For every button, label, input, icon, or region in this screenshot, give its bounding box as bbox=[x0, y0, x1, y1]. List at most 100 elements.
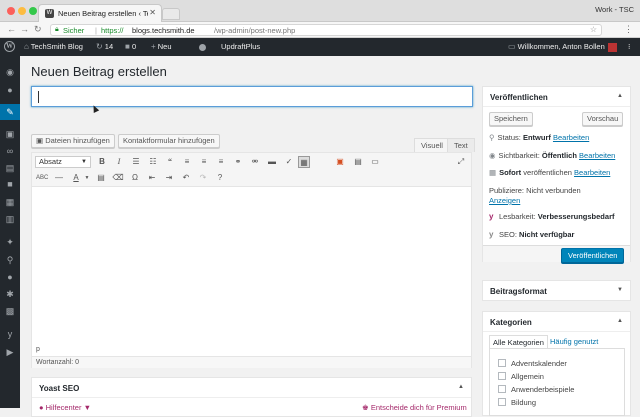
new-content-link[interactable]: + Neu bbox=[151, 42, 172, 51]
category-item[interactable]: Anwenderbeispiele bbox=[498, 385, 574, 394]
post-format-header[interactable]: Beitragsformat ▼ bbox=[483, 281, 630, 301]
edit-visibility-link[interactable]: Bearbeiten bbox=[579, 151, 615, 160]
reload-icon[interactable]: ↻ bbox=[34, 24, 42, 35]
pages-icon[interactable]: ▤ bbox=[4, 162, 16, 174]
site-name-link[interactable]: ⌂ TechSmith Blog bbox=[24, 42, 83, 51]
appearance-icon[interactable]: ✦ bbox=[4, 236, 16, 248]
category-item[interactable]: Bildung bbox=[498, 398, 536, 407]
updates-icon: ↻ bbox=[96, 42, 103, 51]
comments-icon[interactable]: ■ bbox=[4, 178, 16, 190]
bold-icon[interactable]: B bbox=[96, 156, 108, 168]
publish-button[interactable]: Veröffentlichen bbox=[561, 248, 625, 263]
browser-menu-icon[interactable]: ⋮ bbox=[624, 24, 633, 35]
wordpress-logo-icon[interactable]: W bbox=[4, 41, 15, 52]
users-icon[interactable]: ● bbox=[4, 271, 16, 283]
schedule-row: ▦ Sofort veröffentlichen Bearbeiten bbox=[489, 168, 611, 177]
paste-text-icon[interactable]: ▤ bbox=[95, 172, 107, 184]
profile-name[interactable]: Work - TSC bbox=[595, 5, 634, 14]
add-contact-form-button[interactable]: Kontaktformular hinzufügen bbox=[118, 134, 220, 148]
forms-icon[interactable]: ▥ bbox=[4, 213, 16, 225]
minimize-window-button[interactable] bbox=[18, 7, 26, 15]
settings-icon[interactable]: ▩ bbox=[4, 305, 16, 317]
comments-link[interactable]: ■ 0 bbox=[125, 42, 136, 51]
post-editor: Absatz ▼ B I ☰ ☷ “ ≡ ≡ ≡ ⚭ ⚮ ▬ ✓ ▦ ▣ ▤ ▭ … bbox=[31, 152, 472, 368]
tab-text[interactable]: Text bbox=[447, 138, 475, 152]
tab-popular-categories[interactable]: Häufig genutzt bbox=[550, 337, 598, 346]
help-icon[interactable]: ? bbox=[214, 172, 226, 184]
italic-icon[interactable]: I bbox=[113, 156, 125, 168]
categories-header[interactable]: Kategorien ▲ bbox=[483, 312, 630, 332]
post-title-input[interactable] bbox=[31, 86, 473, 107]
bookmark-star-icon[interactable]: ☆ bbox=[590, 25, 597, 34]
spellcheck-icon[interactable]: ✓ bbox=[283, 156, 295, 168]
checkbox[interactable] bbox=[498, 398, 506, 406]
fullscreen-icon[interactable]: ⤢ bbox=[455, 156, 467, 168]
category-item[interactable]: Adventskalender bbox=[498, 359, 567, 368]
comment-icon: ■ bbox=[125, 42, 130, 51]
special-character-icon[interactable]: Ω bbox=[129, 172, 141, 184]
maximize-window-button[interactable] bbox=[29, 7, 37, 15]
links-icon[interactable]: ∞ bbox=[4, 145, 16, 157]
undo-icon[interactable]: ↶ bbox=[180, 172, 192, 184]
strikethrough-icon[interactable]: ABC bbox=[36, 172, 48, 184]
yoast-seo-header[interactable]: Yoast SEO ▲ bbox=[32, 378, 471, 398]
bullet-list-icon[interactable]: ☰ bbox=[130, 156, 142, 168]
collapse-arrow-icon[interactable]: ▲ bbox=[458, 384, 464, 390]
category-item[interactable]: Allgemein bbox=[498, 372, 544, 381]
tools-icon[interactable]: ✱ bbox=[4, 288, 16, 300]
format-select[interactable]: Absatz ▼ bbox=[35, 156, 91, 168]
media-icon[interactable]: ▣ bbox=[4, 128, 16, 140]
align-left-icon[interactable]: ≡ bbox=[181, 156, 193, 168]
blockquote-icon[interactable]: “ bbox=[164, 156, 176, 168]
add-media-button[interactable]: ▣ Dateien hinzufügen bbox=[31, 134, 115, 148]
updates-link[interactable]: ↻ 14 bbox=[96, 42, 113, 51]
edit-status-link[interactable]: Bearbeiten bbox=[553, 133, 589, 142]
plus-icon: + bbox=[151, 42, 156, 51]
edit-schedule-link[interactable]: Bearbeiten bbox=[574, 168, 610, 177]
indent-icon[interactable]: ⇥ bbox=[163, 172, 175, 184]
forward-arrow-icon[interactable]: → bbox=[20, 24, 29, 34]
chevron-down-icon[interactable]: ▼ bbox=[81, 172, 93, 184]
align-right-icon[interactable]: ≡ bbox=[215, 156, 227, 168]
save-draft-button[interactable]: Speichern bbox=[489, 112, 533, 126]
tab-visual[interactable]: Visuell bbox=[414, 138, 450, 152]
collapse-arrow-icon[interactable]: ▲ bbox=[617, 318, 623, 324]
checkbox[interactable] bbox=[498, 359, 506, 367]
plugins-icon[interactable]: ⚲ bbox=[4, 254, 16, 266]
address-bar[interactable]: 🔒︎ Sicher | https:// blogs.techsmith.de … bbox=[50, 24, 602, 36]
yoast-status-dot[interactable] bbox=[199, 42, 206, 51]
outdent-icon[interactable]: ⇤ bbox=[146, 172, 158, 184]
play-icon[interactable]: ▶ bbox=[4, 346, 16, 358]
user-account-link[interactable]: ▭ Willkommen, Anton Bollen bbox=[508, 42, 617, 52]
read-more-icon[interactable]: ▬ bbox=[266, 156, 278, 168]
publish-header[interactable]: Veröffentlichen ▲ bbox=[483, 87, 630, 107]
redo-icon[interactable]: ↷ bbox=[197, 172, 209, 184]
numbered-list-icon[interactable]: ☷ bbox=[147, 156, 159, 168]
admin-bar-more-icon[interactable]: ⁝ bbox=[628, 42, 630, 51]
collapse-arrow-icon[interactable]: ▲ bbox=[617, 93, 623, 99]
dashboard-icon[interactable]: ◉ bbox=[4, 66, 16, 78]
checkbox[interactable] bbox=[498, 385, 506, 393]
back-arrow-icon[interactable]: ← bbox=[7, 24, 16, 34]
jetpack-icon[interactable]: ● bbox=[4, 84, 16, 96]
updraftplus-link[interactable]: UpdraftPlus bbox=[221, 42, 260, 51]
preview-button[interactable]: Vorschau bbox=[582, 112, 624, 126]
align-center-icon[interactable]: ≡ bbox=[198, 156, 210, 168]
clear-formatting-icon[interactable]: ⌫ bbox=[112, 172, 124, 184]
close-window-button[interactable] bbox=[7, 7, 15, 15]
new-tab-button[interactable] bbox=[162, 8, 180, 20]
expand-arrow-icon[interactable]: ▼ bbox=[617, 287, 623, 293]
horizontal-line-icon[interactable]: — bbox=[53, 172, 65, 184]
browser-tab[interactable]: W Neuen Beitrag erstellen ‹ Tech ✕ bbox=[38, 4, 162, 22]
insert-media-icon[interactable]: ▤ bbox=[352, 156, 364, 168]
close-tab-icon[interactable]: ✕ bbox=[149, 8, 156, 17]
publicize-show-link[interactable]: Anzeigen bbox=[489, 196, 520, 205]
link-icon[interactable]: ⚭ bbox=[232, 156, 244, 168]
yoast-icon[interactable]: y bbox=[4, 328, 16, 340]
unlink-icon[interactable]: ⚮ bbox=[249, 156, 261, 168]
insert-form-icon[interactable]: ▣ bbox=[334, 156, 346, 168]
checkbox[interactable] bbox=[498, 372, 506, 380]
toolbar-toggle-icon[interactable]: ▦ bbox=[298, 156, 310, 168]
insert-template-icon[interactable]: ▭ bbox=[369, 156, 381, 168]
feedback-icon[interactable]: ▦ bbox=[4, 196, 16, 208]
